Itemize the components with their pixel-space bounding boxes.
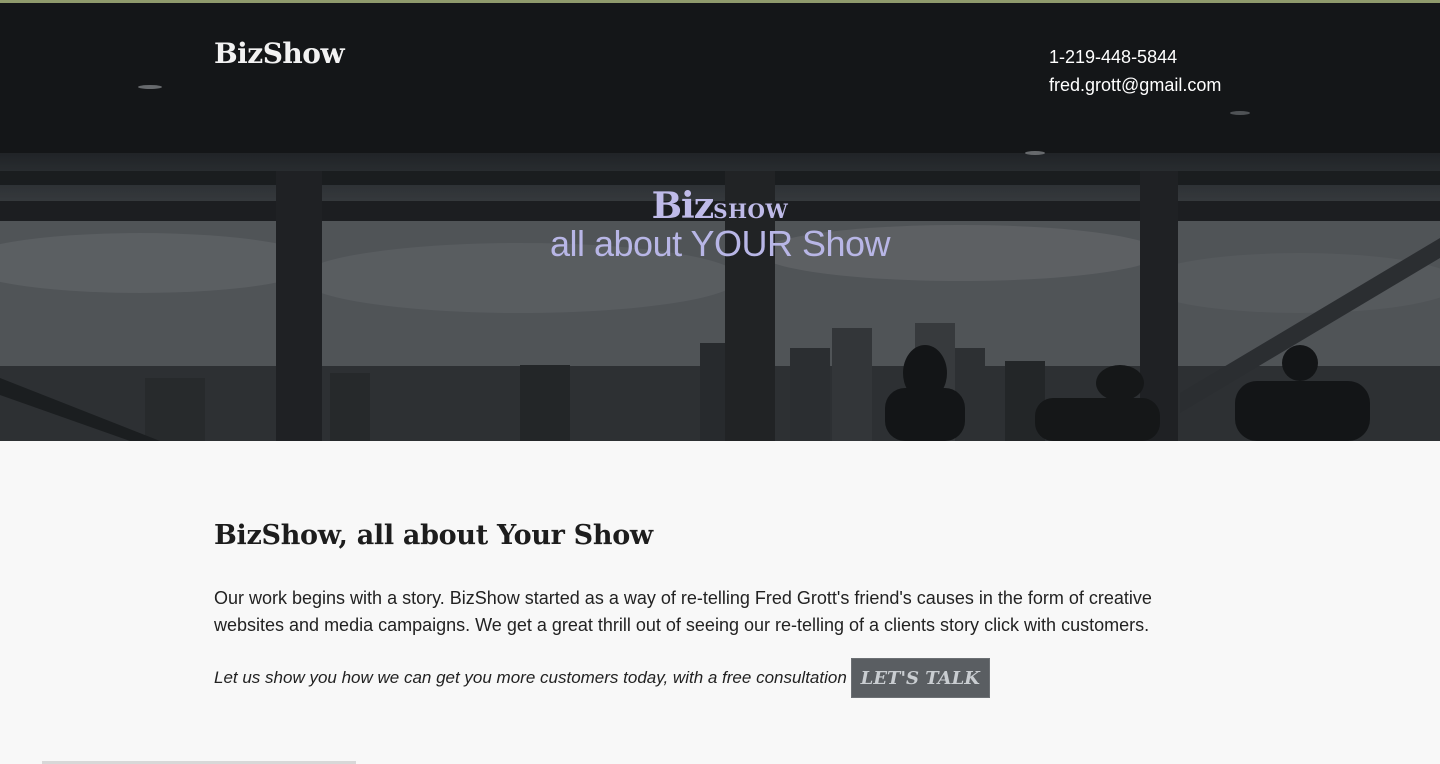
email-address[interactable]: fred.grott@gmail.com: [1049, 71, 1221, 99]
lets-talk-button[interactable]: LET'S TALK: [850, 658, 990, 698]
main-content: BizShow, all about Your Show Our work be…: [214, 520, 1214, 698]
cta-text: Let us show you how we can get you more …: [214, 668, 847, 687]
hero-banner: BizShow 1-219-448-5844 fred.grott@gmail.…: [0, 3, 1440, 441]
hero-logo-show: SHOW: [713, 199, 789, 223]
intro-paragraph: Our work begins with a story. BizShow st…: [214, 588, 1152, 635]
cta-row: Let us show you how we can get you more …: [214, 658, 1214, 698]
phone-number[interactable]: 1-219-448-5844: [1049, 43, 1221, 71]
contact-info: 1-219-448-5844 fred.grott@gmail.com: [1049, 43, 1221, 99]
hero-title: BizSHOW all about YOUR Show: [0, 185, 1440, 265]
site-brand-logo[interactable]: BizShow: [214, 37, 345, 70]
hero-logo-biz: Biz: [651, 185, 715, 227]
hero-tagline: all about YOUR Show: [549, 223, 891, 264]
page-heading: BizShow, all about Your Show: [214, 520, 653, 551]
